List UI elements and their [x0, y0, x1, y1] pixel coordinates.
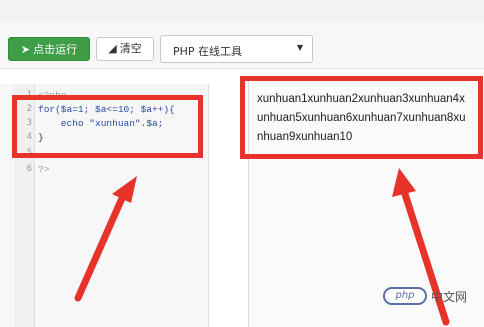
watermark-logo: php — [383, 287, 427, 305]
code-arrow — [74, 176, 137, 302]
watermark: php 中文网 — [383, 285, 483, 307]
annotation-arrows — [74, 168, 450, 326]
watermark-text: 中文网 — [431, 290, 468, 304]
